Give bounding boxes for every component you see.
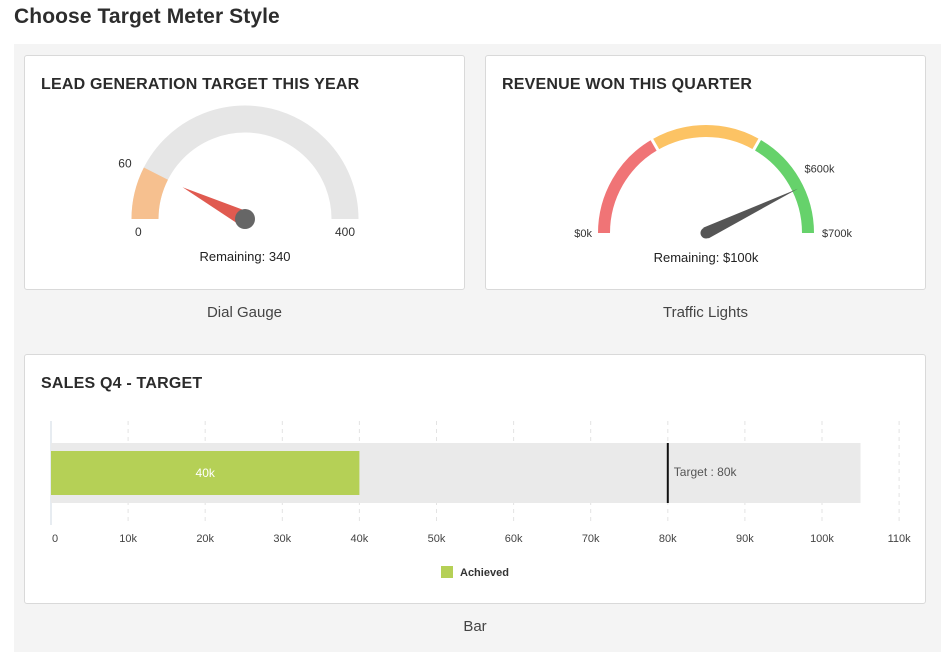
bar-tick-label: 100k [810, 533, 834, 545]
legend-achieved-swatch [441, 566, 453, 578]
traffic-needle-base [700, 227, 712, 239]
bar-tick-label: 110k [888, 533, 912, 545]
traffic-max-label: $700k [822, 228, 852, 240]
bar-meter-caption: Bar [463, 618, 487, 635]
bar-achieved-label: 40k [196, 466, 216, 480]
traffic-lights-card[interactable]: REVENUE WON THIS QUARTER $0k $700k $600k… [485, 55, 926, 290]
dial-hub [235, 209, 255, 229]
bar-tick-label: 70k [582, 533, 600, 545]
dial-gauge-svg: 0 400 60 Remaining: 340 [118, 105, 359, 264]
bar-meter-svg: 40k Target : 80k 0 10k 20k 30k 40k 50k 60k 70k 8… [50, 421, 912, 579]
traffic-value-label: $600k [805, 164, 835, 176]
meter-styles-canvas: LEAD GENERATION TARGET THIS YEAR 0 400 6… [14, 44, 941, 652]
dial-track [131, 105, 359, 220]
bar-tick-label: 80k [659, 533, 677, 545]
traffic-lights-svg: $0k $700k $600k Remaining: $100k [574, 125, 852, 265]
bar-tick-label: 40k [351, 533, 369, 545]
dial-gauge-caption: Dial Gauge [206, 304, 283, 321]
page-title: Choose Target Meter Style [14, 5, 280, 28]
bar-meter-card[interactable]: SALES Q4 - TARGET 40k Target : 80k 0 10k 2… [24, 354, 926, 604]
traffic-band-1 [651, 125, 760, 150]
traffic-needle [703, 188, 798, 239]
traffic-min-label: $0k [574, 228, 592, 240]
bar-tick-label: 50k [428, 533, 446, 545]
bar-target-label: Target : 80k [674, 465, 738, 479]
dial-max-label: 400 [335, 225, 355, 239]
dial-value-label: 60 [118, 157, 132, 171]
traffic-remaining-text: Remaining: $100k [654, 250, 759, 265]
bar-tick-label: 60k [505, 533, 523, 545]
traffic-band-0 [598, 139, 658, 234]
bar-tick-label: 90k [736, 533, 754, 545]
traffic-lights-caption: Traffic Lights [662, 304, 749, 321]
bar-tick-label: 0 [52, 533, 58, 545]
bar-tick-label: 30k [273, 533, 291, 545]
dial-fill [131, 167, 169, 220]
dial-remaining-text: Remaining: 340 [199, 249, 290, 264]
dial-min-label: 0 [135, 225, 142, 239]
legend-achieved-label[interactable]: Achieved [460, 567, 509, 579]
dial-gauge-card[interactable]: LEAD GENERATION TARGET THIS YEAR 0 400 6… [24, 55, 465, 290]
traffic-band-2 [753, 139, 814, 234]
bar-tick-label: 20k [196, 533, 214, 545]
bar-tick-label: 10k [119, 533, 137, 545]
